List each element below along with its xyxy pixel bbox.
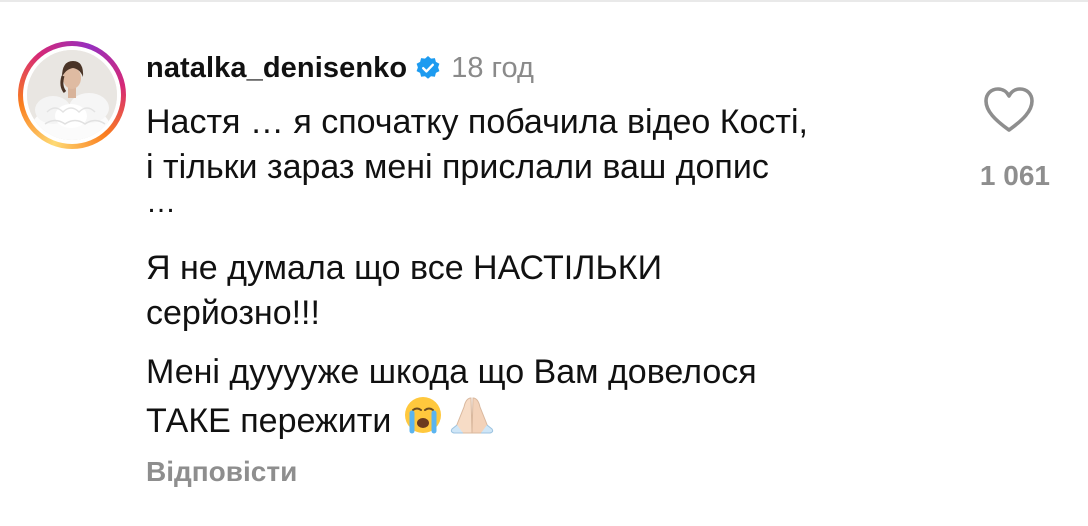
- divider: [0, 0, 1088, 2]
- like-count: 1 061: [979, 160, 1050, 191]
- comment-text-line: Настя … я спочатку побачила відео Кості,: [146, 103, 809, 141]
- comment-text-line: ТАКЕ пережити: [146, 401, 392, 440]
- like-button[interactable]: [983, 86, 1035, 134]
- avatar-story-ring[interactable]: [18, 41, 126, 149]
- comment-timestamp: 18 год: [451, 51, 534, 84]
- reply-button[interactable]: Відповісти: [146, 456, 297, 488]
- comment-text-line: і тільки зараз мені прислали ваш допис: [146, 148, 769, 186]
- comment-text-line: серйозно!!!: [146, 294, 320, 332]
- comment-text-line-with-emoji: ТАКЕ пережити: [146, 395, 495, 447]
- comment-text-line: Я не думала що все НАСТІЛЬКИ: [146, 249, 663, 287]
- comment-header: natalka_denisenko 18 год: [146, 48, 534, 88]
- comment-item: natalka_denisenko 18 год Настя … я споча…: [0, 0, 1088, 526]
- crying-face-emoji: [403, 395, 443, 447]
- folded-hands-emoji: [449, 395, 495, 447]
- verified-badge-icon: [415, 55, 441, 81]
- username-link[interactable]: natalka_denisenko: [146, 52, 407, 85]
- avatar-photo: [27, 50, 117, 140]
- heart-icon: [984, 87, 1034, 132]
- comment-text-line: …: [146, 186, 176, 219]
- comment-text-line: Мені дууууже шкода що Вам довелося: [146, 353, 757, 391]
- avatar[interactable]: [27, 50, 117, 140]
